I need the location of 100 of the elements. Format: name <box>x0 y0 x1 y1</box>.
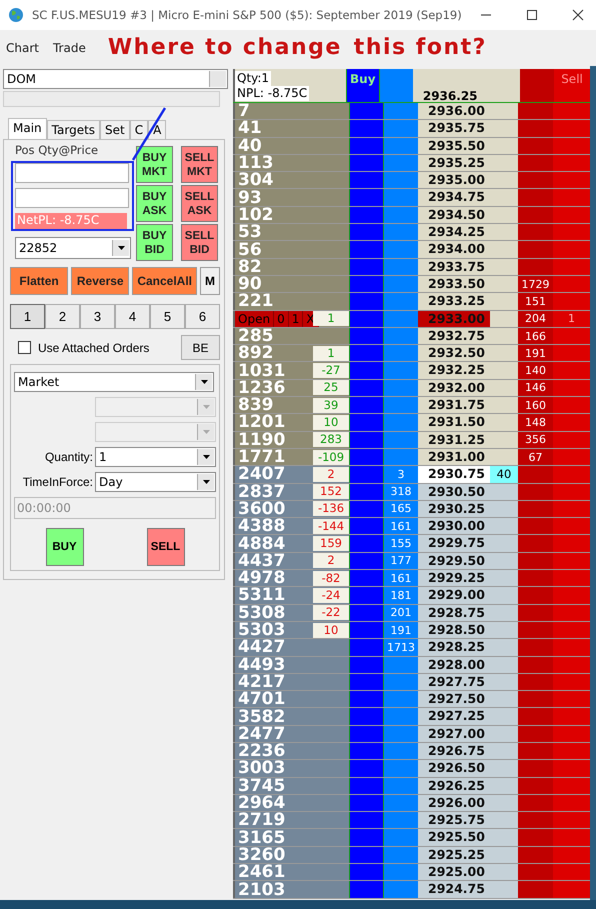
sell-cell[interactable] <box>553 829 590 846</box>
sell-cell[interactable] <box>553 656 590 673</box>
buy-cell[interactable] <box>349 345 384 362</box>
sell-cell[interactable] <box>553 708 590 725</box>
buy-cell[interactable] <box>349 138 384 154</box>
sell-cell[interactable] <box>553 500 590 518</box>
buy-cell[interactable] <box>349 742 384 760</box>
buy-cell[interactable] <box>349 293 384 310</box>
sell-button[interactable]: SELL <box>146 528 184 566</box>
buy-cell[interactable] <box>349 604 384 621</box>
sell-cell[interactable] <box>553 206 590 224</box>
buy-cell[interactable] <box>349 466 384 483</box>
sell-cell[interactable] <box>553 189 590 206</box>
buy-column-header[interactable]: Buy <box>346 69 380 102</box>
be-button[interactable]: BE <box>181 335 220 360</box>
sell-cell[interactable] <box>553 380 590 396</box>
buy-cell[interactable] <box>349 812 384 828</box>
buy-cell[interactable] <box>349 120 384 137</box>
sell-cell[interactable] <box>553 432 590 448</box>
buy-cell[interactable] <box>349 760 384 777</box>
buy-cell[interactable] <box>349 846 384 864</box>
sell-cell[interactable] <box>553 448 590 466</box>
buy-cell[interactable] <box>349 154 384 172</box>
action-button[interactable]: Flatten <box>10 267 68 295</box>
order-type-dropdown[interactable]: Market <box>14 372 214 392</box>
sell-cell[interactable] <box>553 397 590 414</box>
buy-cell[interactable] <box>349 829 384 846</box>
buy-cell[interactable] <box>349 224 384 240</box>
buy-cell[interactable] <box>349 864 384 880</box>
order-button[interactable]: BUY BID <box>136 224 173 261</box>
order-button[interactable]: BUY ASK <box>136 185 173 222</box>
buy-cell[interactable] <box>349 189 384 206</box>
sell-cell[interactable] <box>553 120 590 137</box>
buy-cell[interactable] <box>349 691 384 708</box>
sell-cell[interactable] <box>553 224 590 240</box>
checkbox[interactable] <box>18 341 31 354</box>
buy-cell[interactable] <box>349 328 384 344</box>
time-in-force-dropdown[interactable]: Day <box>95 472 216 492</box>
sell-cell[interactable] <box>553 794 590 812</box>
buy-cell[interactable] <box>349 258 384 275</box>
buy-cell[interactable] <box>349 674 384 690</box>
number-button[interactable]: 1 <box>10 304 45 329</box>
sell-cell[interactable] <box>553 535 590 552</box>
action-button[interactable]: M <box>200 267 220 295</box>
buy-button[interactable]: BUY <box>46 528 84 566</box>
tab[interactable]: Main <box>8 118 47 139</box>
buy-cell[interactable] <box>349 656 384 673</box>
sell-cell[interactable] <box>553 276 590 292</box>
buy-cell[interactable] <box>349 310 384 327</box>
tab[interactable]: C <box>130 120 148 139</box>
buy-cell[interactable] <box>349 639 384 656</box>
sell-cell[interactable] <box>553 258 590 275</box>
sell-cell[interactable] <box>553 570 590 586</box>
sell-cell[interactable] <box>553 484 590 500</box>
buy-cell[interactable] <box>349 570 384 586</box>
sell-cell[interactable] <box>553 674 590 690</box>
tab[interactable]: Targets <box>46 120 100 139</box>
buy-cell[interactable] <box>349 448 384 466</box>
buy-cell[interactable] <box>349 172 384 188</box>
sell-cell[interactable] <box>553 639 590 656</box>
sell-cell[interactable] <box>553 846 590 864</box>
sell-cell[interactable] <box>553 812 590 828</box>
buy-cell[interactable] <box>349 241 384 258</box>
sell-cell[interactable] <box>553 103 590 120</box>
sell-cell[interactable] <box>553 726 590 742</box>
sell-cell[interactable] <box>553 241 590 258</box>
number-button[interactable]: 2 <box>45 304 80 329</box>
menu-item[interactable]: Trade <box>52 41 86 55</box>
sell-cell[interactable] <box>553 864 590 880</box>
action-button[interactable]: Reverse <box>71 267 130 295</box>
sell-cell[interactable] <box>553 604 590 621</box>
buy-cell[interactable] <box>349 484 384 500</box>
number-button[interactable]: 4 <box>115 304 150 329</box>
sell-cell[interactable] <box>553 760 590 777</box>
buy-cell[interactable] <box>349 587 384 604</box>
buy-cell[interactable] <box>349 397 384 414</box>
buy-cell[interactable] <box>349 276 384 292</box>
buy-cell[interactable] <box>349 414 384 431</box>
sell-cell[interactable] <box>553 345 590 362</box>
action-button[interactable]: CancelAll <box>132 267 197 295</box>
maximize-icon[interactable] <box>526 9 538 21</box>
sell-cell[interactable] <box>553 518 590 534</box>
buy-cell[interactable] <box>349 881 384 898</box>
order-button[interactable]: SELL BID <box>181 224 218 261</box>
buy-cell[interactable] <box>349 535 384 552</box>
buy-cell[interactable] <box>349 362 384 379</box>
buy-cell[interactable] <box>349 432 384 448</box>
sell-cell[interactable] <box>553 172 590 188</box>
buy-cell[interactable] <box>349 708 384 725</box>
quantity-dropdown[interactable]: 1 <box>95 447 216 467</box>
sell-cell[interactable] <box>553 552 590 570</box>
sell-cell[interactable] <box>553 154 590 172</box>
account-dropdown[interactable]: 22852 <box>15 237 131 259</box>
sell-cell[interactable] <box>553 742 590 760</box>
number-button[interactable]: 3 <box>80 304 115 329</box>
sell-cell[interactable] <box>553 362 590 379</box>
sell-cell[interactable] <box>553 293 590 310</box>
sell-cell[interactable] <box>553 414 590 431</box>
sell-cell[interactable] <box>553 328 590 344</box>
order-button[interactable]: SELL MKT <box>181 146 218 183</box>
